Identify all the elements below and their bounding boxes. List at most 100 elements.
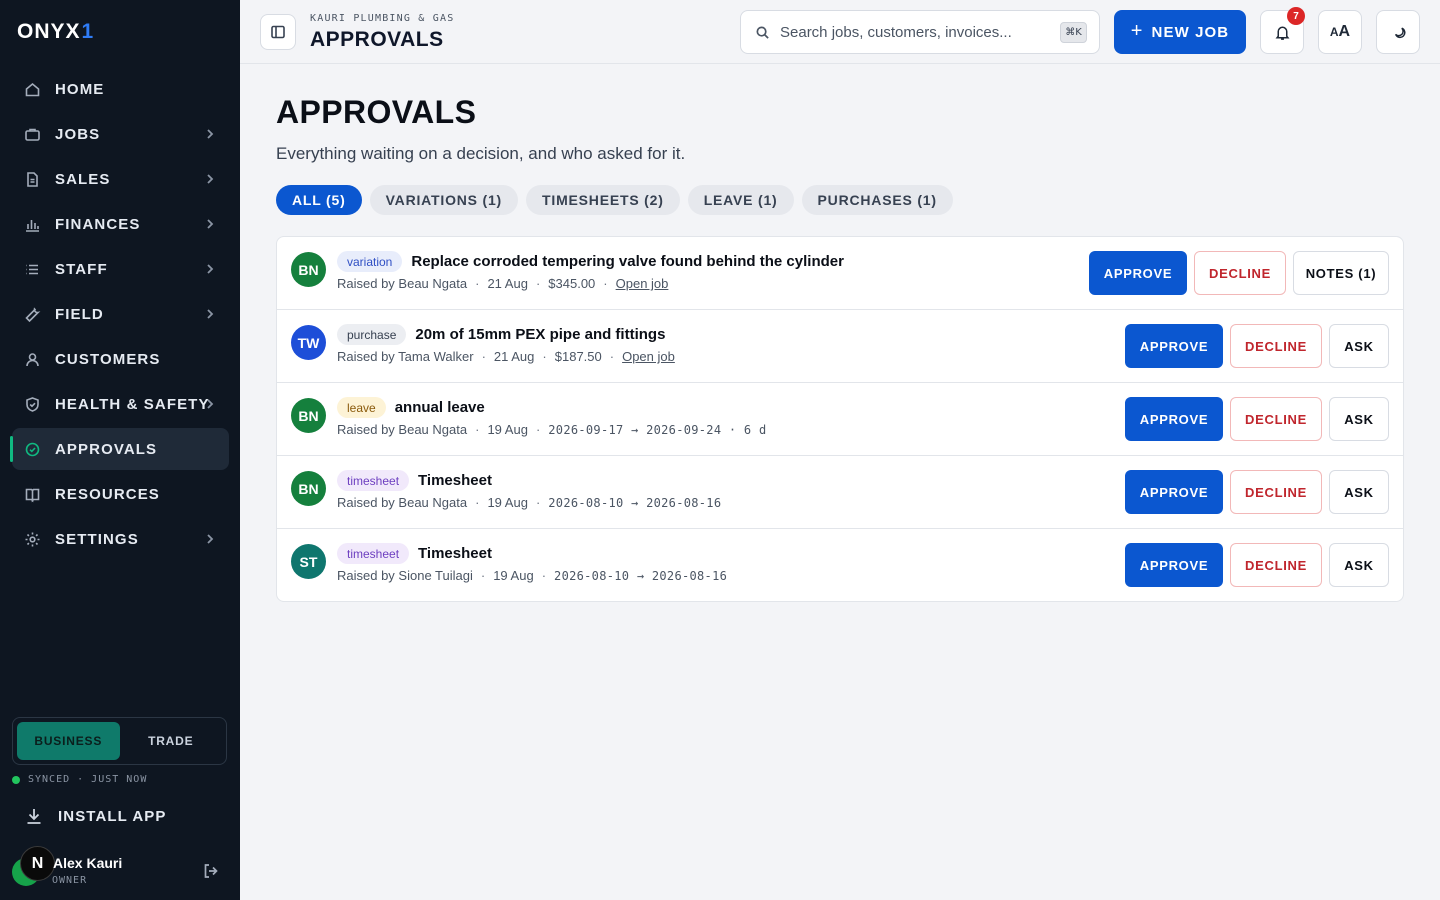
text-size-icon: AA — [1329, 23, 1351, 40]
chevron-right-icon — [203, 127, 217, 141]
item-detail: 2026-08-10 → 2026-08-16 — [548, 495, 722, 510]
ask-button[interactable]: ASK — [1329, 543, 1389, 587]
list-item: ST timesheet Timesheet Raised by Sione Tuil… — [277, 529, 1403, 601]
open-job-link[interactable]: Open job — [622, 349, 675, 364]
tab-leave[interactable]: LEAVE (1) — [687, 185, 794, 215]
sidebar-item-staff[interactable]: STAFF — [12, 248, 229, 290]
tab-timesheets[interactable]: TIMESHEETS (2) — [526, 185, 680, 215]
bell-icon — [1275, 26, 1289, 40]
dark-mode-button[interactable] — [1376, 10, 1420, 54]
chevron-right-icon — [203, 217, 217, 231]
text-size-button[interactable]: AA — [1318, 10, 1362, 54]
list-icon — [24, 261, 41, 278]
tab-all[interactable]: ALL (5) — [276, 185, 362, 215]
sync-status: SYNCED · JUST NOW — [12, 774, 147, 785]
item-title: 20m of 15mm PEX pipe and fittings — [415, 326, 666, 343]
item-detail: $187.50 — [554, 349, 602, 364]
item-title: annual leave — [394, 399, 485, 416]
decline-button[interactable]: DECLINE — [1194, 251, 1286, 295]
separator: · — [481, 349, 486, 364]
gear-icon — [24, 531, 41, 548]
sidebar-item-label: FINANCES — [55, 215, 141, 233]
page-title: APPROVALS — [276, 94, 477, 130]
sidebar-item-sales[interactable]: SALES — [12, 158, 229, 200]
open-job-link[interactable]: Open job — [616, 276, 669, 291]
decline-button[interactable]: DECLINE — [1230, 324, 1322, 368]
sidebar-item-label: FIELD — [55, 305, 104, 323]
ask-button[interactable]: ASK — [1329, 324, 1389, 368]
item-title: Replace corroded tempering valve found b… — [411, 253, 844, 270]
topbar: KAURI PLUMBING & GAS APPROVALS ⌘K + NEW … — [240, 0, 1440, 64]
sidebar-item-label: CUSTOMERS — [55, 350, 161, 368]
toggle-sidebar-button[interactable] — [260, 14, 296, 50]
decline-button[interactable]: DECLINE — [1230, 470, 1322, 514]
sidebar-item-label: STAFF — [55, 260, 108, 278]
install-app-button[interactable]: INSTALL APP — [24, 806, 167, 826]
install-app-label: INSTALL APP — [58, 807, 167, 825]
logout-icon[interactable] — [202, 862, 220, 880]
new-job-button[interactable]: + NEW JOB — [1114, 10, 1246, 54]
chevron-right-icon — [203, 532, 217, 546]
user-icon — [24, 351, 41, 368]
sidebar-item-label: HOME — [55, 80, 105, 98]
separator: · — [541, 568, 547, 583]
page-subtitle: Everything waiting on a decision, and wh… — [276, 144, 686, 163]
sidebar-item-customers[interactable]: CUSTOMERS — [12, 338, 229, 380]
sidebar-item-health-safety[interactable]: HEALTH & SAFETY — [12, 383, 229, 425]
raised-by: Raised by Beau Ngata — [337, 276, 468, 291]
sidebar-item-approvals[interactable]: APPROVALS — [10, 428, 229, 470]
logo-accent: 1 — [81, 20, 95, 43]
sidebar-item-label: SALES — [55, 170, 111, 188]
decline-button[interactable]: DECLINE — [1230, 397, 1322, 441]
approve-button[interactable]: APPROVE — [1125, 324, 1223, 368]
list-item: TW purchase 20m of 15mm PEX pipe and fitti… — [277, 310, 1403, 383]
list-item: BN leave annual leave Raised by Beau Ngata ·… — [277, 383, 1403, 456]
briefcase-icon — [24, 126, 41, 143]
chevron-right-icon — [203, 172, 217, 186]
list-item: BN variation Replace corroded tempering va… — [277, 237, 1403, 310]
sidebar-item-jobs[interactable]: JOBS — [12, 113, 229, 155]
approve-button[interactable]: APPROVE — [1089, 251, 1187, 295]
sidebar-nav: HOME JOBS SALES FINANCES STAFF FIELD CUSTOMERS… — [10, 68, 229, 563]
ask-button[interactable]: ASK — [1329, 397, 1389, 441]
wrench-icon — [24, 306, 41, 323]
sync-dot-icon — [12, 775, 20, 784]
search-input[interactable] — [780, 23, 1050, 41]
business-mode-button[interactable]: BUSINESS — [17, 722, 120, 760]
item-date: 19 Aug — [487, 495, 528, 510]
chevron-right-icon — [203, 307, 217, 321]
decline-button[interactable]: DECLINE — [1230, 543, 1322, 587]
tab-purchases[interactable]: PURCHASES (1) — [801, 185, 953, 215]
app-logo[interactable]: ONYX 1 — [17, 20, 94, 44]
search-bar[interactable]: ⌘K — [740, 10, 1100, 54]
sync-status-text: SYNCED · JUST NOW — [28, 774, 148, 785]
new-job-label: NEW JOB — [1151, 23, 1230, 41]
separator: · — [542, 349, 547, 364]
sidebar-item-settings[interactable]: SETTINGS — [12, 518, 229, 560]
sidebar-item-label: HEALTH & SAFETY — [55, 395, 210, 413]
approve-button[interactable]: APPROVE — [1125, 543, 1223, 587]
trade-mode-button[interactable]: TRADE — [120, 722, 223, 760]
separator: · — [609, 349, 615, 364]
user-role: OWNER — [52, 875, 88, 886]
tab-variations[interactable]: VARIATIONS (1) — [369, 185, 519, 215]
type-badge: leave — [337, 397, 386, 418]
mode-switch: BUSINESS TRADE — [12, 717, 227, 765]
notes-button[interactable]: NOTES (1) — [1293, 251, 1389, 295]
user-badge: N — [20, 846, 55, 881]
document-icon — [24, 171, 41, 188]
avatar: BN — [291, 471, 326, 506]
ask-button[interactable]: ASK — [1329, 470, 1389, 514]
sidebar-item-field[interactable]: FIELD — [12, 293, 229, 335]
sidebar-item-home[interactable]: HOME — [12, 68, 229, 110]
approve-button[interactable]: APPROVE — [1125, 397, 1223, 441]
separator: · — [535, 495, 541, 510]
sidebar-item-resources[interactable]: RESOURCES — [12, 473, 229, 515]
approve-button[interactable]: APPROVE — [1125, 470, 1223, 514]
sidebar-panel-icon — [271, 25, 285, 39]
separator: · — [603, 276, 608, 291]
avatar: BN — [291, 398, 326, 433]
user-profile[interactable]: N Alex Kauri OWNER — [10, 846, 230, 892]
notifications-button[interactable]: 7 — [1260, 7, 1305, 54]
sidebar-item-finances[interactable]: FINANCES — [12, 203, 229, 245]
